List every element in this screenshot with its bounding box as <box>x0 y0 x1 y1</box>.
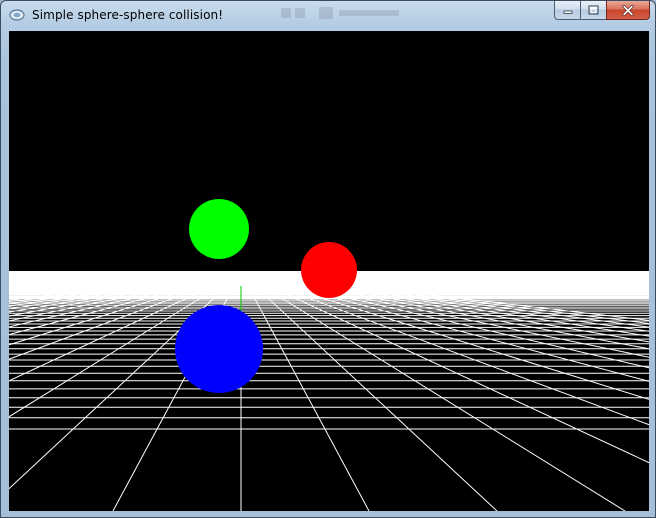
glass-reflection-decoration <box>281 7 399 19</box>
grid-column-line <box>265 276 649 343</box>
red-sphere <box>301 242 357 298</box>
grid-column-line <box>242 276 370 511</box>
grid-column-line <box>9 276 211 305</box>
maximize-icon <box>588 5 599 15</box>
render-viewport[interactable] <box>9 31 649 511</box>
grid-column-line <box>273 276 649 325</box>
app-logo-icon <box>9 9 25 21</box>
grid-column-line <box>245 276 498 511</box>
window-title: Simple sphere-sphere collision! <box>32 8 224 22</box>
minimize-icon <box>563 10 572 14</box>
title-bar[interactable]: Simple sphere-sphere collision! <box>1 1 655 29</box>
caption-buttons <box>554 1 650 21</box>
ground-grid <box>9 271 649 511</box>
3d-scene-canvas[interactable] <box>9 31 649 511</box>
grid-column-line <box>247 276 626 511</box>
maximize-button[interactable] <box>580 1 606 20</box>
grid-column-line <box>9 276 215 310</box>
grid-column-line <box>9 276 228 346</box>
grid-column-line <box>271 276 649 328</box>
minimize-button[interactable] <box>554 1 580 20</box>
green-sphere <box>189 199 249 259</box>
grid-column-line <box>276 276 649 321</box>
grid-column-line <box>260 276 649 358</box>
application-window: Simple sphere-sphere collision! <box>0 0 656 518</box>
grid-column-line <box>9 276 226 336</box>
close-icon <box>622 4 634 16</box>
grid-column-line <box>262 276 649 350</box>
close-button[interactable] <box>606 1 650 20</box>
blue-sphere <box>175 305 263 393</box>
